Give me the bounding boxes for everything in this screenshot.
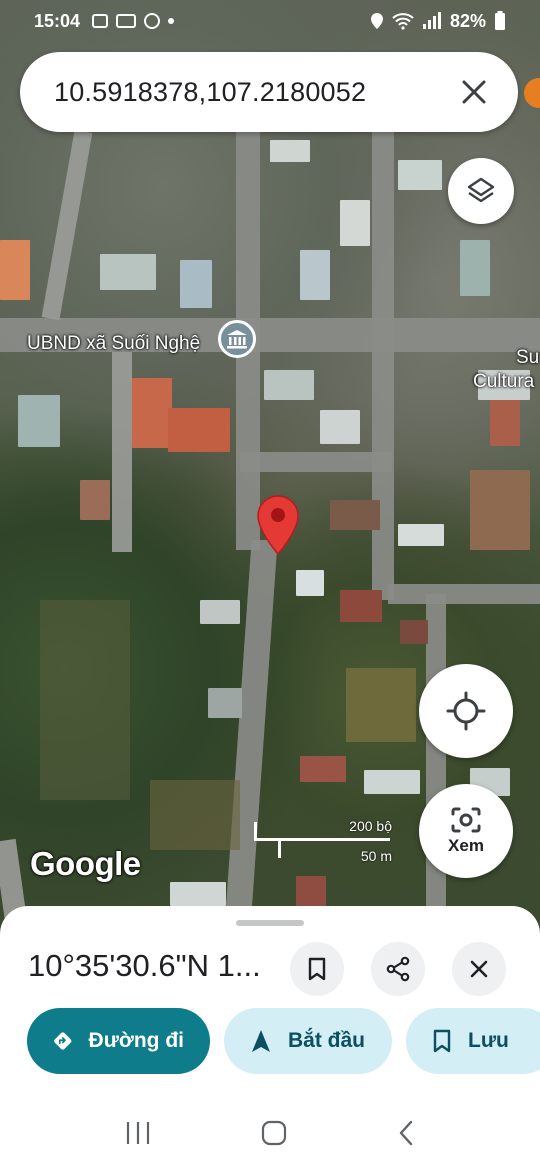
home-icon[interactable]	[260, 1119, 288, 1147]
share-icon	[386, 956, 410, 982]
wifi-icon	[392, 13, 414, 30]
save-label: Lưu	[468, 1029, 509, 1052]
edge-poi-label[interactable]: Su	[516, 347, 539, 369]
dropped-pin-icon[interactable]	[256, 494, 300, 561]
government-office-icon[interactable]	[218, 320, 256, 358]
building	[18, 395, 60, 447]
my-location-icon	[446, 691, 486, 731]
notification-icons	[92, 13, 175, 29]
system-nav-bar	[0, 1096, 540, 1170]
save-button[interactable]: Lưu	[406, 1008, 540, 1074]
place-title: 10°35'30.6"N 1...	[28, 948, 261, 983]
directions-button[interactable]: Đường đi	[27, 1008, 210, 1074]
close-search-button[interactable]	[454, 72, 494, 112]
building	[40, 600, 130, 800]
building	[300, 756, 346, 782]
search-box[interactable]: 10.5918378,107.2180052	[20, 52, 518, 132]
battery-level: 82%	[449, 10, 486, 31]
start-navigation-button[interactable]: Bắt đầu	[224, 1008, 392, 1074]
road	[224, 540, 278, 930]
navigation-arrow-icon	[252, 1030, 270, 1052]
recent-apps-icon[interactable]	[124, 1120, 152, 1146]
building	[0, 240, 30, 300]
directions-icon	[54, 1032, 72, 1050]
map-scale: 200 bộ 50 m	[252, 818, 392, 864]
camera-search-icon	[451, 807, 481, 833]
edge-poi-label-2[interactable]: Cultura	[473, 371, 534, 393]
building	[300, 250, 330, 300]
xem-button[interactable]: Xem	[419, 784, 513, 878]
road	[388, 584, 540, 604]
building	[398, 160, 442, 190]
google-logo: Google	[30, 845, 141, 882]
save-bookmark-button[interactable]	[290, 942, 344, 996]
road	[41, 129, 93, 321]
search-query[interactable]: 10.5918378,107.2180052	[54, 77, 366, 108]
gallery-icon	[92, 14, 109, 28]
building	[168, 408, 230, 452]
battery-icon	[495, 11, 505, 30]
system-icons: 82%	[370, 11, 506, 32]
layers-button[interactable]	[448, 158, 514, 224]
signal-icon	[422, 12, 441, 29]
start-label: Bắt đầu	[288, 1029, 366, 1052]
scale-feet: 200 bộ	[349, 818, 392, 834]
status-bar: 15:04 82%	[0, 0, 540, 42]
building	[170, 882, 226, 906]
bookmark-icon	[433, 1029, 451, 1053]
location-icon	[370, 13, 383, 29]
road	[426, 594, 446, 930]
building	[132, 378, 172, 448]
place-sheet[interactable]: 10°35'30.6"N 1... Đường đi Bắt đầu Lưu	[0, 906, 540, 1096]
building	[320, 410, 360, 444]
back-icon[interactable]	[396, 1119, 416, 1147]
building	[150, 780, 240, 850]
sheet-drag-handle[interactable]	[236, 920, 304, 926]
bookmark-icon	[308, 957, 326, 981]
close-icon	[462, 80, 486, 104]
building	[270, 140, 310, 162]
scale-tick	[278, 838, 281, 858]
building	[490, 400, 520, 446]
building	[346, 668, 416, 742]
close-icon	[470, 960, 488, 978]
messenger-icon	[144, 13, 161, 29]
building	[80, 480, 110, 520]
building	[100, 254, 156, 290]
share-button[interactable]	[371, 942, 425, 996]
building	[364, 770, 420, 794]
status-time: 15:04	[34, 10, 81, 31]
building	[470, 470, 530, 550]
building	[296, 876, 326, 906]
building	[340, 200, 370, 246]
dot-icon	[168, 18, 175, 24]
scale-meters: 50 m	[360, 848, 392, 864]
my-location-button[interactable]	[419, 664, 513, 758]
building	[398, 524, 444, 546]
road	[112, 352, 132, 552]
building	[460, 240, 490, 296]
building	[400, 620, 428, 644]
directions-label: Đường đi	[88, 1029, 184, 1052]
poi-label[interactable]: UBND xã Suối Nghệ	[27, 333, 200, 355]
xem-label: Xem	[448, 836, 484, 855]
scale-bar	[254, 838, 390, 841]
layers-icon	[467, 177, 495, 203]
building	[208, 688, 242, 718]
road	[240, 452, 392, 472]
building	[330, 500, 380, 530]
building	[200, 600, 240, 624]
building	[296, 570, 324, 596]
building	[264, 370, 314, 400]
close-sheet-button[interactable]	[452, 942, 506, 996]
zalo-icon	[116, 14, 137, 28]
building	[180, 260, 212, 308]
building	[340, 590, 382, 622]
